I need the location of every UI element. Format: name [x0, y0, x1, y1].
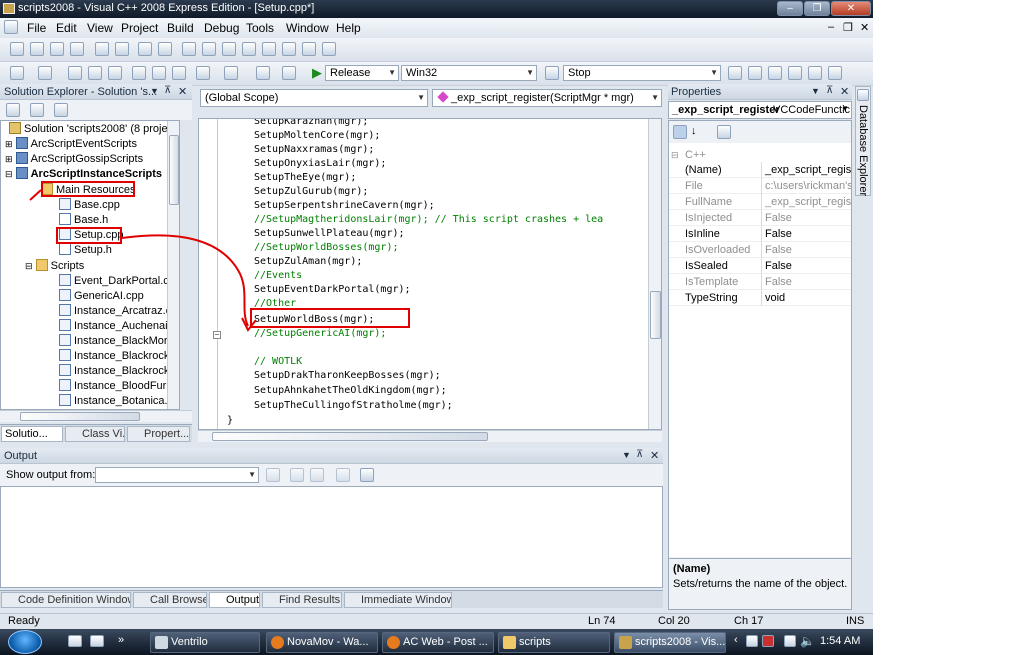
tab-call-browser[interactable]: Call Browser	[133, 592, 207, 608]
properties-object-select[interactable]: _exp_script_register VCCodeFunctic ▼	[668, 101, 852, 119]
panel-dropdown-icon[interactable]: ▼	[622, 450, 631, 460]
properties-object-type: VCCodeFunctic	[773, 104, 851, 116]
show-desktop-icon[interactable]	[68, 635, 82, 647]
status-bar: Ready Ln 74 Col 20 Ch 17 INS	[0, 613, 873, 629]
visual-studio-icon	[619, 636, 632, 649]
panel-dropdown-icon[interactable]: ▼	[811, 86, 820, 96]
taskbar-item-folder[interactable]: scripts	[498, 632, 610, 653]
description-title: (Name)	[673, 563, 711, 575]
volume-icon[interactable]: 🔈	[800, 634, 815, 648]
properties-title: Properties	[671, 86, 722, 98]
property-row[interactable]: IsInline False	[669, 226, 851, 242]
switch-windows-icon[interactable]	[90, 635, 104, 647]
tray-expand-icon[interactable]: ‹	[734, 634, 738, 646]
firefox-icon	[387, 636, 400, 649]
properties-toolbar: ↓	[669, 121, 851, 143]
output-header: Output ▼ ⊼ ✕	[0, 448, 663, 464]
properties-grid: ↓ ⊟ C++ (Name)_exp_script_register Filec…	[668, 120, 852, 560]
pin-icon[interactable]: ⊼	[636, 449, 643, 460]
panel-close-icon[interactable]: ✕	[650, 449, 659, 462]
show-output-label: Show output from:	[6, 469, 96, 481]
output-title: Output	[4, 450, 38, 462]
folder-icon	[503, 636, 516, 649]
next-message-icon[interactable]	[310, 468, 324, 482]
tab-immediate-window[interactable]: Immediate Window	[344, 592, 452, 608]
property-row[interactable]: (Name)_exp_script_register	[669, 162, 851, 178]
clock[interactable]: 1:54 AM	[820, 635, 860, 647]
properties-object-name: _exp_script_register	[672, 104, 780, 116]
database-explorer-tab[interactable]: Database Explorer	[855, 86, 871, 196]
status-text: Ready	[8, 615, 40, 627]
quicklaunch-more-icon[interactable]: »	[118, 634, 124, 646]
output-toolbar: Show output from: ▼	[0, 464, 663, 486]
property-row[interactable]: IsInjected False	[669, 210, 851, 226]
database-icon	[857, 89, 869, 101]
firefox-icon	[271, 636, 284, 649]
property-row[interactable]: IsTemplate False	[669, 274, 851, 290]
tab-find-results[interactable]: Find Results 1	[262, 592, 342, 608]
tray-icon[interactable]	[746, 635, 758, 647]
tab-code-definition[interactable]: Code Definition Window	[1, 592, 131, 608]
alphabetical-icon[interactable]: ↓	[691, 125, 697, 137]
status-column: Col 20	[658, 615, 690, 627]
property-description: (Name) Sets/returns the name of the obje…	[668, 558, 852, 610]
bottom-tool-tabs: Code Definition Window Call Browser Outp…	[0, 590, 663, 608]
collapse-icon[interactable]: ⊟	[671, 147, 679, 163]
start-button[interactable]	[8, 630, 42, 654]
property-row[interactable]: IsOverloaded False	[669, 242, 851, 258]
status-insert-mode: INS	[846, 615, 865, 627]
categorized-icon[interactable]	[673, 125, 687, 139]
prev-message-icon[interactable]	[290, 468, 304, 482]
status-char: Ch 17	[734, 615, 764, 627]
output-source-select[interactable]: ▼	[95, 467, 259, 483]
ventrilo-icon	[155, 636, 168, 649]
property-row[interactable]: Filec:\users\rickman's\d	[669, 178, 851, 194]
word-wrap-icon[interactable]	[360, 468, 374, 482]
chevron-down-icon: ▼	[248, 470, 256, 479]
output-text-area[interactable]	[0, 486, 663, 588]
tab-output[interactable]: Output	[209, 592, 260, 608]
application-window: scripts2008 - Visual C++ 2008 Express Ed…	[0, 0, 873, 655]
network-icon[interactable]	[784, 635, 796, 647]
chevron-down-icon: ▼	[841, 104, 849, 113]
property-category-label: C++	[685, 149, 706, 161]
pin-icon[interactable]: ⊼	[826, 85, 833, 96]
taskbar-item-ventrilo[interactable]: Ventrilo	[150, 632, 260, 653]
tray-icon[interactable]	[762, 635, 774, 647]
panel-close-icon[interactable]: ✕	[840, 85, 849, 98]
go-to-line-icon[interactable]	[266, 468, 280, 482]
property-row[interactable]: FullName_exp_script_register	[669, 194, 851, 210]
property-category[interactable]: ⊟ C++	[669, 147, 851, 163]
description-text: Sets/returns the name of the object.	[673, 578, 848, 590]
taskbar-item-browser[interactable]: AC Web - Post ...	[382, 632, 494, 653]
taskbar-item-browser[interactable]: NovaMov - Wa...	[266, 632, 378, 653]
taskbar-item-visual-studio[interactable]: scripts2008 - Vis...	[614, 632, 726, 653]
property-row[interactable]: IsSealed False	[669, 258, 851, 274]
properties-header: Properties ▼ ⊼ ✕	[668, 84, 852, 100]
property-pages-icon[interactable]	[717, 125, 731, 139]
status-line: Ln 74	[588, 615, 616, 627]
taskbar: » Ventrilo NovaMov - Wa... AC Web - Post…	[0, 629, 873, 655]
database-explorer-label: Database Explorer	[857, 105, 869, 197]
property-row[interactable]: TypeString void	[669, 290, 851, 306]
clear-all-icon[interactable]	[336, 468, 350, 482]
